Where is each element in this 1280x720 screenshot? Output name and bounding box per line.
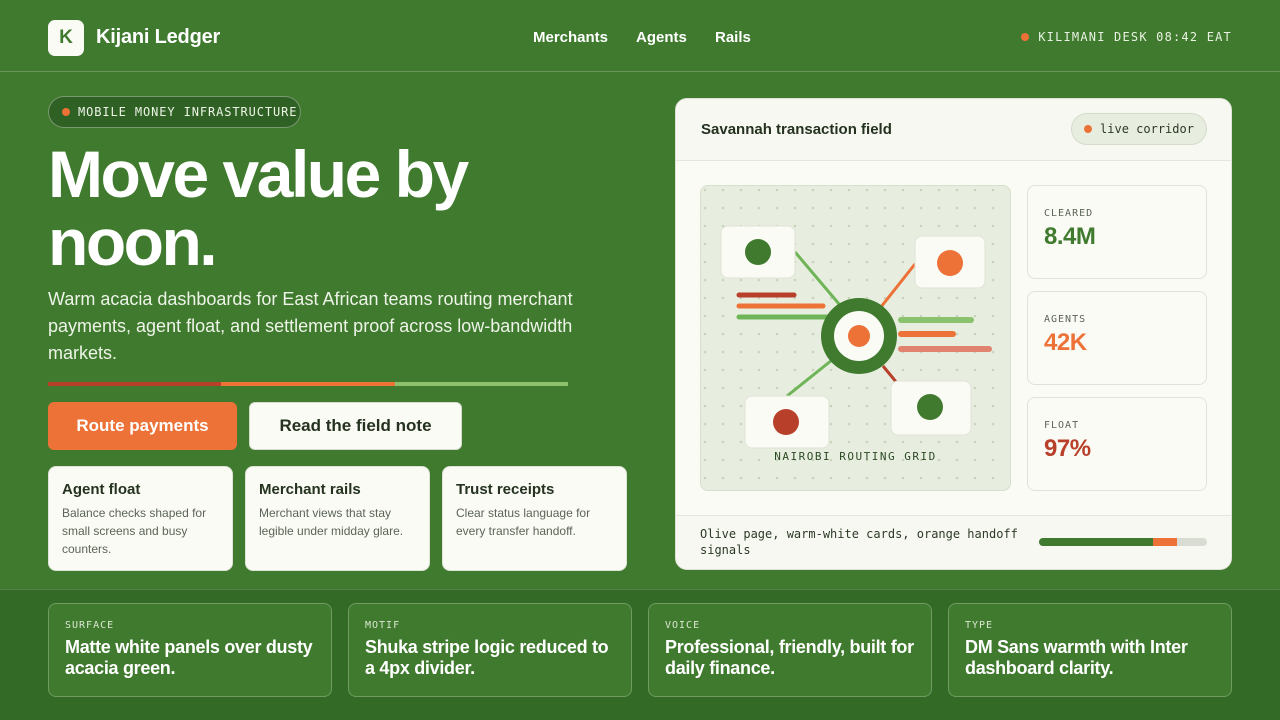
hub-core <box>848 325 870 347</box>
palette-bar-green <box>1039 538 1154 546</box>
principle-text: Matte white panels over dusty acacia gre… <box>65 637 313 678</box>
nav-agents[interactable]: Agents <box>636 29 687 46</box>
stat-label: AGENTS <box>1044 314 1087 325</box>
route-payments-button[interactable]: Route payments <box>48 402 237 450</box>
stat-label: FLOAT <box>1044 420 1080 431</box>
principle-text: Professional, friendly, built for daily … <box>665 637 914 678</box>
palette-bar <box>1039 538 1207 546</box>
principle-kicker: MOTIF <box>365 620 401 631</box>
routing-grid-illustration <box>701 186 1010 490</box>
principle-card-surface: SURFACE Matte white panels over dusty ac… <box>48 603 332 697</box>
status-dot-icon <box>1021 33 1030 41</box>
nav-merchants[interactable]: Merchants <box>533 29 608 46</box>
palette-bar-orange <box>1153 538 1177 546</box>
feature-card-trust-receipts[interactable]: Trust receipts Clear status language for… <box>442 466 627 571</box>
live-dot-icon <box>1084 125 1093 133</box>
feature-card-title: Trust receipts <box>456 481 555 498</box>
stripe-green <box>394 382 568 386</box>
stat-card-float: FLOAT 97% <box>1027 397 1207 491</box>
principle-card-motif: MOTIF Shuka stripe logic reduced to a 4p… <box>348 603 632 697</box>
transaction-panel: Savannah transaction field live corridor <box>675 98 1232 570</box>
principle-text: DM Sans warmth with Inter dashboard clar… <box>965 637 1188 678</box>
principle-kicker: VOICE <box>665 620 701 631</box>
principle-kicker: TYPE <box>965 620 994 631</box>
stat-value: 8.4M <box>1044 223 1096 250</box>
pill-dot-icon <box>62 108 70 116</box>
principles-strip: SURFACE Matte white panels over dusty ac… <box>0 589 1280 720</box>
feature-card-agent-float[interactable]: Agent float Balance checks shaped for sm… <box>48 466 233 571</box>
feature-card-body: Clear status language for every transfer… <box>456 506 591 538</box>
live-corridor-badge[interactable]: live corridor <box>1071 113 1207 145</box>
desk-status: KILIMANI DESK 08:42 EAT <box>1021 30 1232 44</box>
pill-label: MOBILE MONEY INFRASTRUCTURE <box>78 105 298 119</box>
brand-logo[interactable]: K <box>48 20 84 56</box>
principle-card-voice: VOICE Professional, friendly, built for … <box>648 603 932 697</box>
stat-card-cleared: CLEARED 8.4M <box>1027 185 1207 279</box>
grid-label: NAIROBI ROUTING GRID <box>774 450 937 463</box>
principle-card-type: TYPE DM Sans warmth with Inter dashboard… <box>948 603 1232 697</box>
feature-card-body: Balance checks shaped for small screens … <box>62 506 207 556</box>
stat-value: 97% <box>1044 435 1091 462</box>
hero-headline: Move value by noon. <box>48 137 469 279</box>
feature-card-title: Agent float <box>62 481 141 498</box>
stat-card-agents: AGENTS 42K <box>1027 291 1207 385</box>
panel-header: Savannah transaction field live corridor <box>676 99 1231 161</box>
category-pill: MOBILE MONEY INFRASTRUCTURE <box>48 96 301 128</box>
panel-footer: Olive page, warm-white cards, orange han… <box>676 515 1231 569</box>
principle-text: Shuka stripe logic reduced to a 4px divi… <box>365 637 609 678</box>
top-header: K Kijani Ledger Merchants Agents Rails K… <box>0 0 1280 72</box>
brand-name[interactable]: Kijani Ledger <box>96 26 220 49</box>
stat-value: 42K <box>1044 329 1087 356</box>
principle-kicker: SURFACE <box>65 620 115 631</box>
shuka-stripe-divider <box>48 382 568 386</box>
feature-card-title: Merchant rails <box>259 481 361 498</box>
live-badge-label: live corridor <box>1100 122 1194 136</box>
palette-note: Olive page, warm-white cards, orange han… <box>700 527 1018 557</box>
feature-card-merchant-rails[interactable]: Merchant rails Merchant views that stay … <box>245 466 430 571</box>
hero-lede: Warm acacia dashboards for East African … <box>48 289 573 363</box>
stat-label: CLEARED <box>1044 208 1094 219</box>
nav-rails[interactable]: Rails <box>715 29 751 46</box>
desk-status-text: KILIMANI DESK 08:42 EAT <box>1038 30 1232 44</box>
stripe-orange <box>221 382 395 386</box>
panel-title: Savannah transaction field <box>701 121 892 138</box>
routing-grid: NAIROBI ROUTING GRID <box>700 185 1011 491</box>
stripe-red <box>48 382 222 386</box>
feature-card-body: Merchant views that stay legible under m… <box>259 506 404 538</box>
field-note-button[interactable]: Read the field note <box>249 402 462 450</box>
